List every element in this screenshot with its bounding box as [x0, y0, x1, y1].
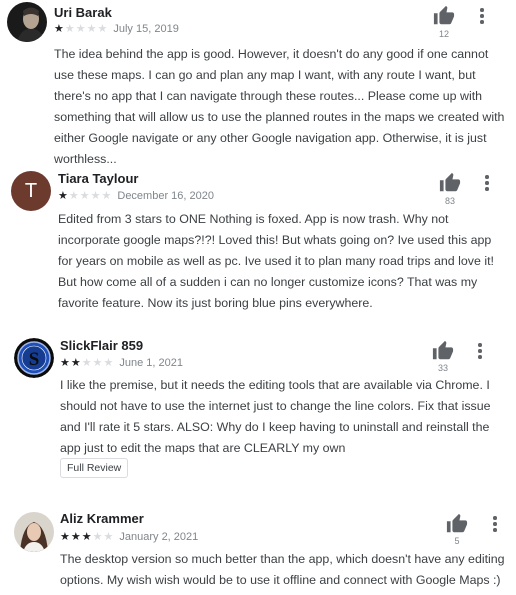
review-card: S SlickFlair 859 ★ ★ ★ ★ ★ June 1, 2021 I li… [0, 333, 516, 483]
review-date: July 15, 2019 [113, 23, 179, 35]
review-meta: ★ ★ ★ ★ ★ June 1, 2021 [60, 357, 183, 369]
review-meta: ★ ★ ★ ★ ★ January 2, 2021 [60, 531, 198, 543]
star-icon: ★ [103, 530, 114, 543]
helpful-count: 12 [438, 29, 449, 39]
review-text: The desktop version so much better than … [60, 552, 505, 587]
star-icon: ★ [70, 530, 81, 543]
thumbs-up-icon[interactable] [432, 340, 454, 362]
more-vert-icon[interactable] [479, 172, 495, 194]
review-date: January 2, 2021 [119, 531, 199, 543]
star-icon: ★ [81, 530, 92, 543]
star-icon: ★ [81, 356, 92, 369]
star-icon: ★ [79, 189, 90, 202]
reviewer-name: Aliz Krammer [60, 511, 144, 526]
avatar: T [11, 171, 51, 211]
full-review-button[interactable]: Full Review [60, 458, 129, 478]
avatar-letter: S [29, 349, 40, 370]
star-icon: ★ [64, 22, 75, 35]
star-icon: ★ [101, 189, 112, 202]
star-icon: ★ [68, 189, 79, 202]
star-icon: ★ [103, 356, 114, 369]
thumbs-up-icon[interactable] [446, 513, 468, 535]
star-icon: ★ [97, 22, 108, 35]
star-rating: ★ ★ ★ ★ ★ [58, 189, 112, 202]
helpful-count: 5 [454, 536, 460, 546]
avatar [7, 2, 47, 42]
star-icon: ★ [92, 356, 103, 369]
review-card: Aliz Krammer ★ ★ ★ ★ ★ January 2, 2021 The d… [0, 507, 516, 595]
review-date: June 1, 2021 [119, 357, 183, 369]
reviewer-name: Uri Barak [54, 5, 112, 20]
reviewer-name: Tiara Taylour [58, 171, 139, 186]
star-rating: ★ ★ ★ ★ ★ [60, 530, 114, 543]
review-text: The idea behind the app is good. However… [54, 47, 505, 166]
star-icon: ★ [60, 530, 70, 543]
more-vert-icon[interactable] [487, 513, 503, 535]
thumbs-up-icon[interactable] [433, 5, 455, 27]
thumbs-up-icon[interactable] [439, 172, 461, 194]
star-rating: ★ ★ ★ ★ ★ [60, 356, 114, 369]
review-text: I like the premise, but it needs the edi… [60, 378, 491, 455]
star-icon: ★ [58, 189, 68, 202]
helpful-count: 33 [437, 363, 448, 373]
star-icon: ★ [92, 530, 103, 543]
avatar [14, 512, 54, 552]
review-date: December 16, 2020 [117, 190, 214, 202]
review-card: T Tiara Taylour ★ ★ ★ ★ ★ December 16, 2020 … [0, 165, 516, 315]
star-rating: ★ ★ ★ ★ ★ [54, 22, 108, 35]
review-meta: ★ ★ ★ ★ ★ December 16, 2020 [58, 190, 214, 202]
review-text: Edited from 3 stars to ONE Nothing is fo… [58, 212, 494, 310]
avatar-letter: T [24, 179, 38, 202]
more-vert-icon[interactable] [472, 340, 488, 362]
review-card: Uri Barak ★ ★ ★ ★ ★ July 15, 2019 The idea b… [0, 0, 516, 166]
star-icon: ★ [86, 22, 97, 35]
review-meta: ★ ★ ★ ★ ★ July 15, 2019 [54, 23, 179, 35]
star-icon: ★ [70, 356, 81, 369]
star-icon: ★ [60, 356, 70, 369]
more-vert-icon[interactable] [474, 5, 490, 27]
star-icon: ★ [90, 189, 101, 202]
star-icon: ★ [54, 22, 64, 35]
star-icon: ★ [75, 22, 86, 35]
reviewer-name: SlickFlair 859 [60, 338, 144, 353]
avatar: S [14, 338, 54, 378]
helpful-count: 83 [444, 196, 455, 206]
